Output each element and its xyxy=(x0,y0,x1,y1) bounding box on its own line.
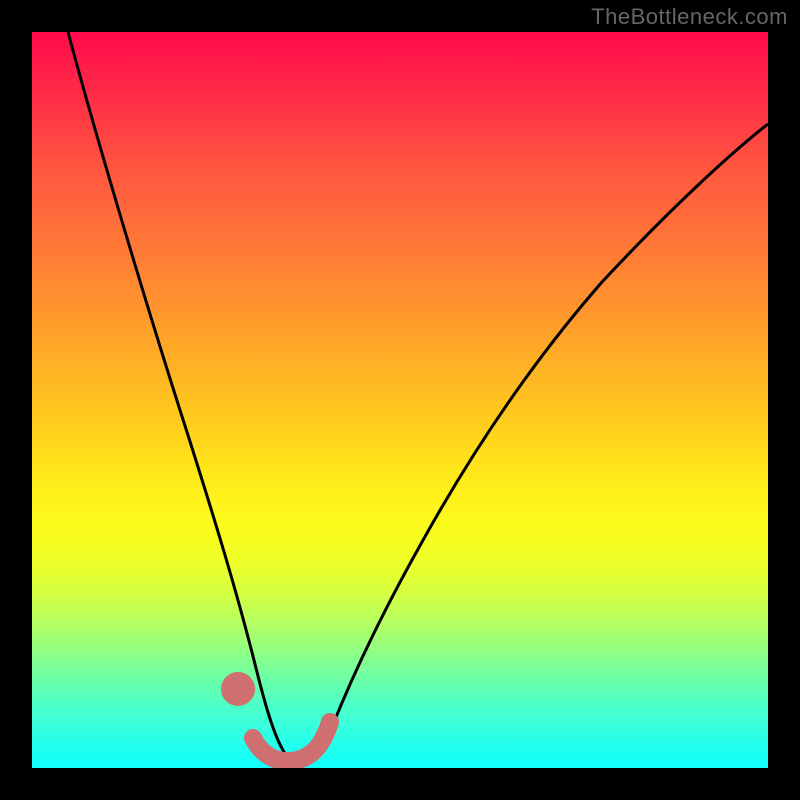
watermark-text: TheBottleneck.com xyxy=(591,4,788,30)
plot-area xyxy=(32,32,768,768)
bottleneck-curve-path xyxy=(68,32,768,762)
highlight-markers xyxy=(230,681,330,761)
chart-frame: TheBottleneck.com xyxy=(0,0,800,800)
curve-layer xyxy=(32,32,768,768)
